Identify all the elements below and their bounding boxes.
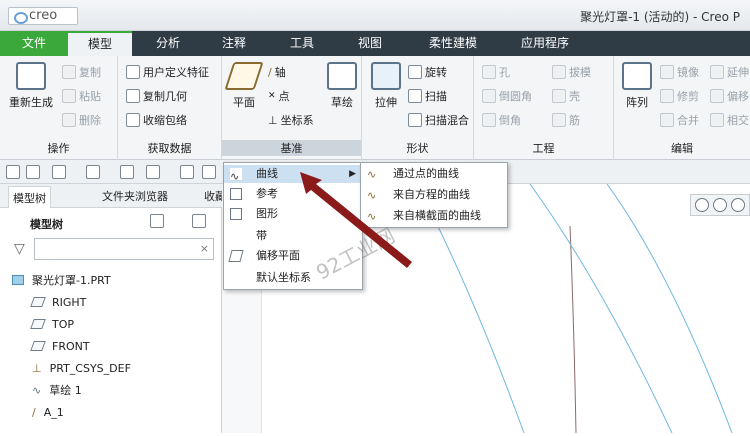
- annotation-arrow: [300, 172, 412, 268]
